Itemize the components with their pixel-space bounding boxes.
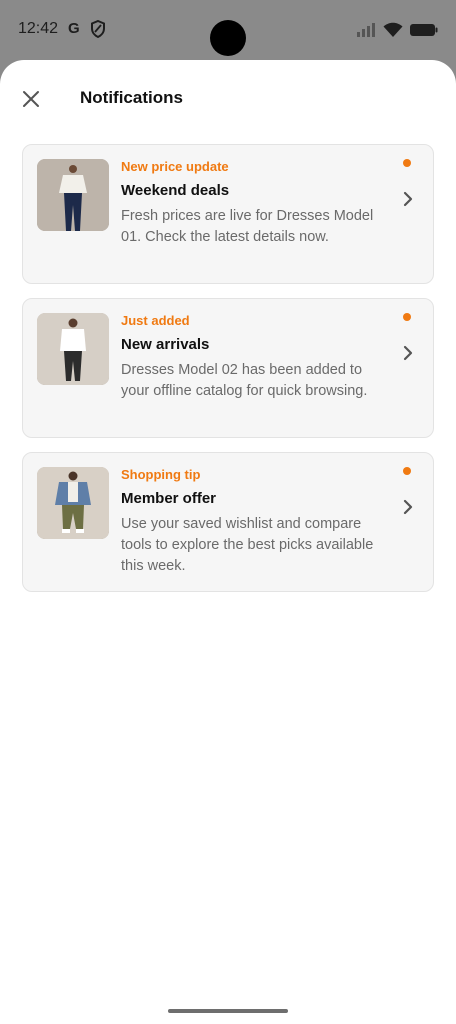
chevron-right-icon bbox=[403, 499, 413, 515]
home-indicator[interactable] bbox=[168, 1009, 288, 1013]
product-thumbnail bbox=[37, 159, 109, 231]
notifications-sheet: Notifications New price update Weekend d… bbox=[0, 60, 456, 1024]
notification-title: New arrivals bbox=[121, 336, 210, 353]
signal-icon bbox=[357, 23, 375, 37]
product-photo-icon bbox=[37, 159, 109, 231]
page-title: Notifications bbox=[80, 88, 183, 107]
wifi-icon bbox=[383, 22, 403, 37]
notification-card[interactable]: Shopping tip Member offer Use your saved… bbox=[22, 452, 434, 592]
sheet-header: Notifications bbox=[0, 60, 456, 140]
shield-icon bbox=[91, 20, 105, 38]
chevron-right-icon bbox=[403, 345, 413, 361]
camera-cutout bbox=[210, 20, 246, 56]
battery-icon bbox=[410, 24, 438, 36]
notification-card[interactable]: Just added New arrivals Dresses Model 02… bbox=[22, 298, 434, 438]
status-time: 12:42 bbox=[18, 20, 59, 37]
notification-body: Use your saved wishlist and compare tool… bbox=[121, 516, 374, 574]
product-thumbnail bbox=[37, 467, 109, 539]
unread-dot bbox=[403, 467, 411, 475]
unread-dot bbox=[403, 313, 411, 321]
status-bar: 12:42 G bbox=[0, 0, 456, 60]
notification-card[interactable]: New price update Weekend deals Fresh pri… bbox=[22, 144, 434, 284]
notification-tag: Just added bbox=[121, 313, 190, 328]
notification-title: Weekend deals bbox=[121, 182, 230, 199]
product-photo-icon bbox=[37, 467, 109, 539]
unread-dot bbox=[403, 159, 411, 167]
chevron-right-icon bbox=[403, 191, 413, 207]
notification-body: Fresh prices are live for Dresses Model … bbox=[121, 208, 374, 245]
status-icons bbox=[356, 22, 438, 38]
product-thumbnail bbox=[37, 313, 109, 385]
close-button[interactable] bbox=[16, 84, 46, 114]
close-icon bbox=[23, 91, 39, 107]
notification-body: Dresses Model 02 has been added to your … bbox=[121, 362, 368, 399]
notification-tag: New price update bbox=[121, 159, 229, 174]
product-photo-icon bbox=[37, 313, 109, 385]
notification-tag: Shopping tip bbox=[121, 467, 201, 482]
notification-title: Member offer bbox=[121, 490, 217, 507]
google-g-icon: G bbox=[68, 20, 80, 37]
